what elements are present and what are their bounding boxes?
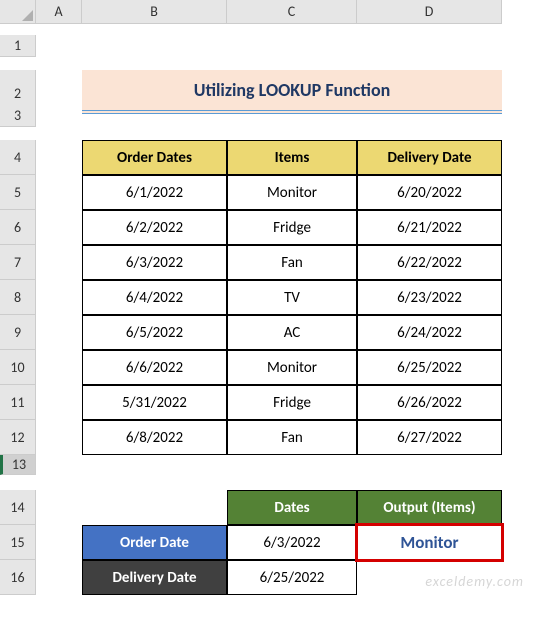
row-header-4[interactable]: 4 — [0, 140, 36, 175]
col-header-a[interactable]: A — [36, 0, 82, 24]
col-header-d[interactable]: D — [357, 0, 502, 24]
row-header-15[interactable]: 15 — [0, 525, 36, 560]
table-cell[interactable]: 6/21/2022 — [357, 210, 502, 245]
col-header-b[interactable]: B — [82, 0, 227, 24]
table-cell[interactable]: 6/27/2022 — [357, 420, 502, 455]
table-cell[interactable]: Fridge — [227, 385, 357, 420]
table-cell[interactable]: 6/26/2022 — [357, 385, 502, 420]
table-cell[interactable]: 6/6/2022 — [82, 350, 227, 385]
cell[interactable] — [357, 35, 502, 57]
row-header-14[interactable]: 14 — [0, 490, 36, 525]
table-cell[interactable]: 6/23/2022 — [357, 280, 502, 315]
row-header-5[interactable]: 5 — [0, 175, 36, 210]
col-header-c[interactable]: C — [227, 0, 357, 24]
table-cell[interactable]: 6/25/2022 — [357, 350, 502, 385]
table-cell[interactable]: 6/1/2022 — [82, 175, 227, 210]
cell[interactable] — [36, 105, 82, 127]
cell[interactable] — [36, 245, 82, 280]
cell[interactable] — [227, 105, 357, 127]
cell[interactable] — [36, 420, 82, 455]
table-header-order-dates[interactable]: Order Dates — [82, 140, 227, 175]
row-header-7[interactable]: 7 — [0, 245, 36, 280]
table-header-items[interactable]: Items — [227, 140, 357, 175]
table-cell[interactable]: 6/20/2022 — [357, 175, 502, 210]
cell[interactable] — [36, 175, 82, 210]
lookup-header-dates[interactable]: Dates — [227, 490, 357, 525]
cell[interactable] — [36, 560, 82, 595]
order-date-value[interactable]: 6/3/2022 — [227, 525, 357, 560]
cell[interactable] — [357, 455, 502, 475]
row-header-16[interactable]: 16 — [0, 560, 36, 595]
table-cell[interactable]: Monitor — [227, 175, 357, 210]
row-header-11[interactable]: 11 — [0, 385, 36, 420]
table-header-delivery-date[interactable]: Delivery Date — [357, 140, 502, 175]
output-cell[interactable]: Monitor — [357, 525, 502, 560]
cell[interactable] — [82, 105, 227, 127]
cell[interactable] — [82, 35, 227, 57]
cell[interactable] — [82, 490, 227, 525]
cell[interactable] — [36, 315, 82, 350]
cell[interactable] — [357, 560, 502, 595]
table-cell[interactable]: Fan — [227, 245, 357, 280]
select-all-corner[interactable] — [0, 0, 36, 24]
table-cell[interactable]: 6/4/2022 — [82, 280, 227, 315]
cell[interactable] — [36, 455, 82, 475]
row-header-10[interactable]: 10 — [0, 350, 36, 385]
cell[interactable] — [36, 140, 82, 175]
delivery-date-value[interactable]: 6/25/2022 — [227, 560, 357, 595]
delivery-date-label[interactable]: Delivery Date — [82, 560, 227, 595]
row-header-12[interactable]: 12 — [0, 420, 36, 455]
cell[interactable] — [227, 455, 357, 475]
table-cell[interactable]: Fridge — [227, 210, 357, 245]
lookup-header-output[interactable]: Output (Items) — [357, 490, 502, 525]
cell[interactable] — [36, 350, 82, 385]
table-cell[interactable]: Fan — [227, 420, 357, 455]
cell[interactable] — [36, 525, 82, 560]
cell[interactable] — [82, 455, 227, 475]
cell[interactable] — [36, 35, 82, 57]
spreadsheet-grid: A B C D 1 2 Utilizing LOOKUP Function 3 … — [0, 0, 536, 595]
output-value: Monitor — [400, 532, 458, 553]
cell[interactable] — [36, 210, 82, 245]
table-cell[interactable]: 5/31/2022 — [82, 385, 227, 420]
row-header-8[interactable]: 8 — [0, 280, 36, 315]
table-cell[interactable]: TV — [227, 280, 357, 315]
table-cell[interactable]: 6/8/2022 — [82, 420, 227, 455]
order-date-label[interactable]: Order Date — [82, 525, 227, 560]
row-header-3[interactable]: 3 — [0, 105, 36, 127]
row-header-1[interactable]: 1 — [0, 35, 36, 57]
row-header-6[interactable]: 6 — [0, 210, 36, 245]
table-cell[interactable]: Monitor — [227, 350, 357, 385]
table-cell[interactable]: 6/22/2022 — [357, 245, 502, 280]
cell[interactable] — [36, 385, 82, 420]
cell[interactable] — [36, 280, 82, 315]
table-cell[interactable]: 6/5/2022 — [82, 315, 227, 350]
cell[interactable] — [357, 105, 502, 127]
cell[interactable] — [36, 490, 82, 525]
table-cell[interactable]: 6/2/2022 — [82, 210, 227, 245]
row-header-9[interactable]: 9 — [0, 315, 36, 350]
table-cell[interactable]: 6/3/2022 — [82, 245, 227, 280]
table-cell[interactable]: AC — [227, 315, 357, 350]
cell[interactable] — [227, 35, 357, 57]
row-header-13[interactable]: 13 — [0, 455, 36, 475]
table-cell[interactable]: 6/24/2022 — [357, 315, 502, 350]
